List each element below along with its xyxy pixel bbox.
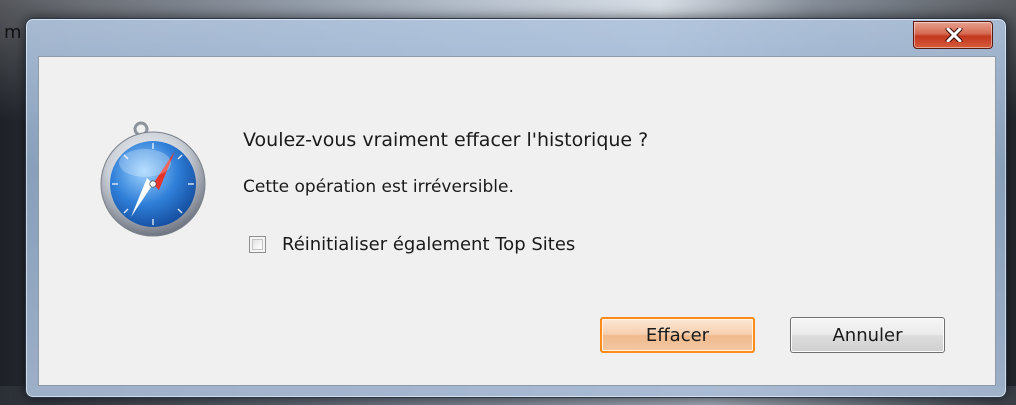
background-window-text: m (4, 22, 22, 43)
cancel-button[interactable]: Annuler (790, 317, 945, 353)
dialog-question: Voulez-vous vraiment effacer l'historiqu… (243, 129, 649, 151)
safari-compass-icon (100, 121, 206, 237)
reset-top-sites-option[interactable]: Réinitialiser également Top Sites (249, 231, 575, 257)
close-icon (945, 28, 963, 42)
dialog-client-area: Voulez-vous vraiment effacer l'historiqu… (38, 56, 996, 386)
reset-top-sites-checkbox[interactable] (249, 235, 266, 253)
reset-top-sites-label: Réinitialiser également Top Sites (282, 233, 576, 255)
close-button[interactable] (913, 21, 993, 49)
confirm-button[interactable]: Effacer (600, 317, 755, 353)
dialog-detail: Cette opération est irréversible. (243, 177, 514, 197)
